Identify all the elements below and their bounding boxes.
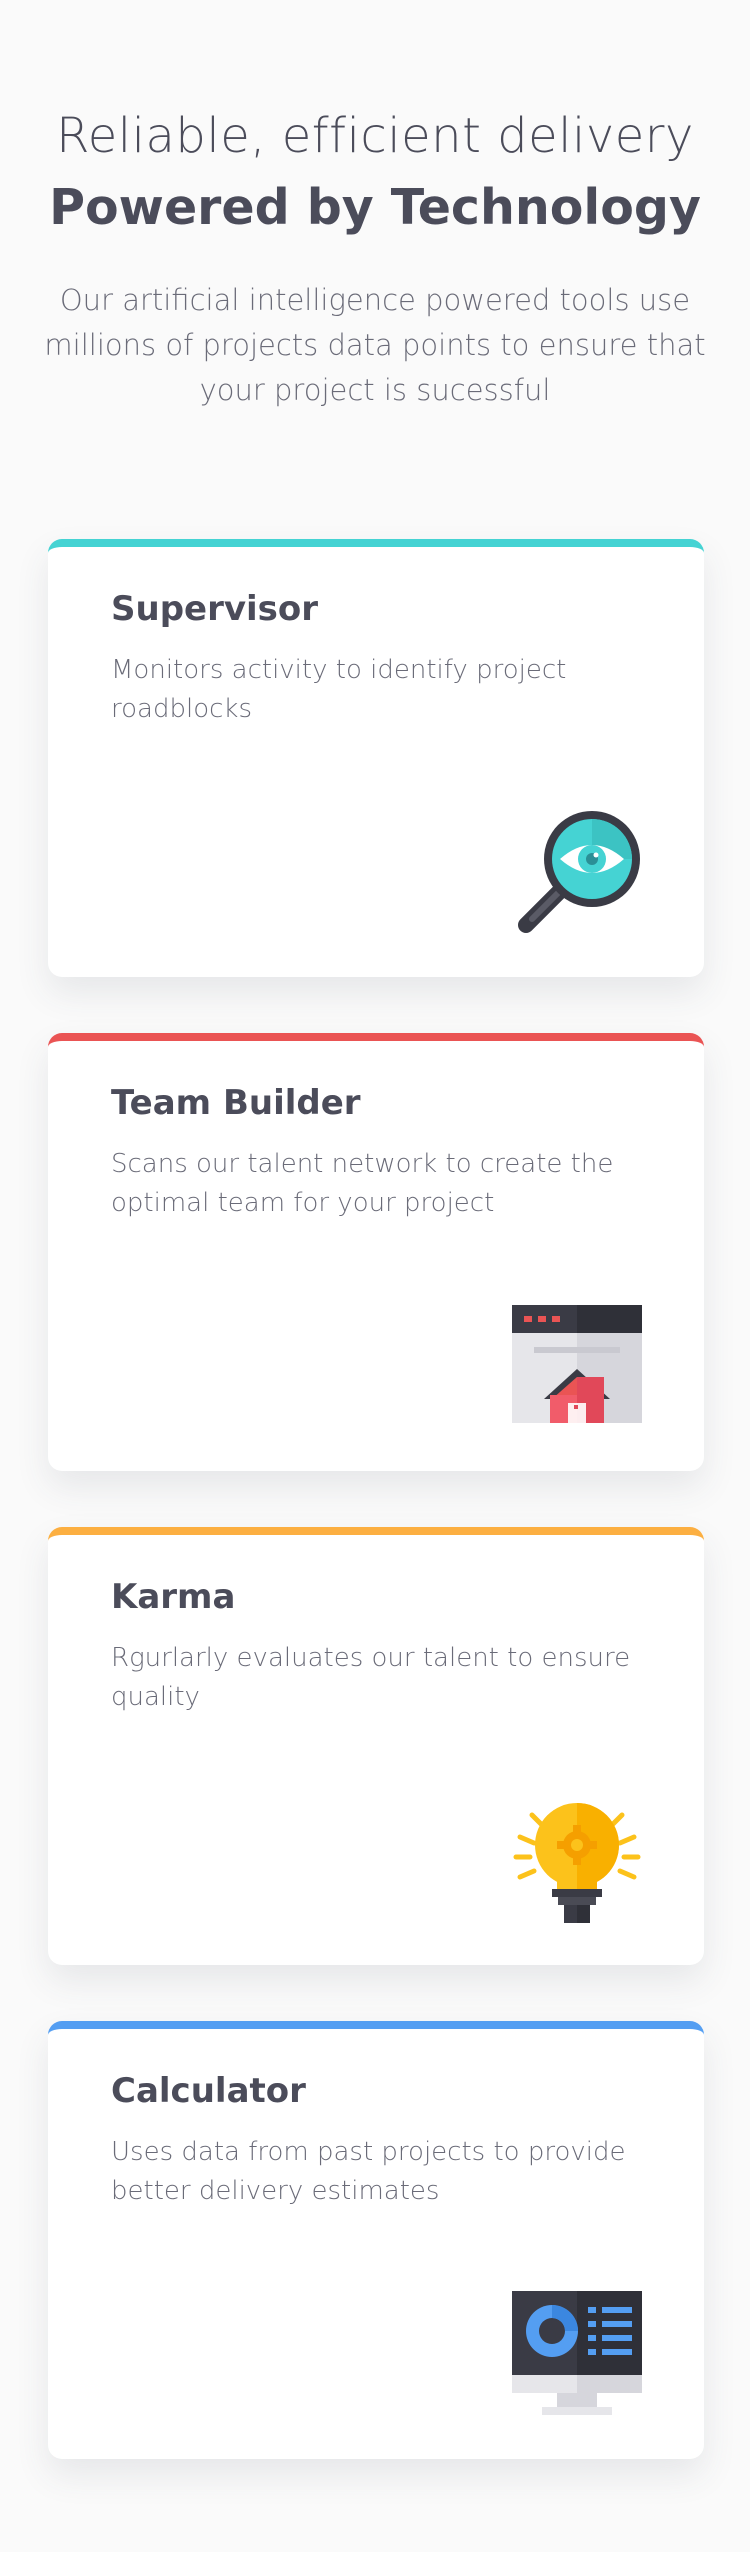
card-description: Rgurlarly evaluates our talent to ensure… (111, 1643, 631, 1712)
section-header: Reliable, efficient delivery Powered by … (0, 0, 750, 413)
lightbulb-icon (512, 1797, 642, 1927)
card-title: Karma (111, 1577, 236, 1617)
section-lead: Our artificial intelligence powered tool… (44, 283, 706, 407)
monitor-chart-icon (512, 2291, 642, 2421)
section-kicker: Reliable, efficient delivery (56, 108, 694, 164)
feature-cards: Supervisor Monitors activity to identify… (0, 539, 750, 2459)
feature-card-karma: Karma Rgurlarly evaluates our talent to … (48, 1527, 704, 1965)
section-title: Powered by Technology (49, 179, 701, 236)
feature-card-calculator: Calculator Uses data from past projects … (48, 2021, 704, 2459)
browser-house-icon (512, 1303, 642, 1433)
card-description: Scans our talent network to create the o… (111, 1149, 614, 1218)
card-description: Monitors activity to identify project ro… (111, 655, 567, 724)
feature-card-team-builder: Team Builder Scans our talent network to… (48, 1033, 704, 1471)
card-title: Team Builder (111, 1083, 361, 1123)
card-title: Calculator (111, 2071, 306, 2111)
card-description: Uses data from past projects to provide … (111, 2137, 626, 2206)
feature-card-supervisor: Supervisor Monitors activity to identify… (48, 539, 704, 977)
card-title: Supervisor (111, 589, 319, 629)
magnifier-eye-icon (512, 809, 642, 939)
